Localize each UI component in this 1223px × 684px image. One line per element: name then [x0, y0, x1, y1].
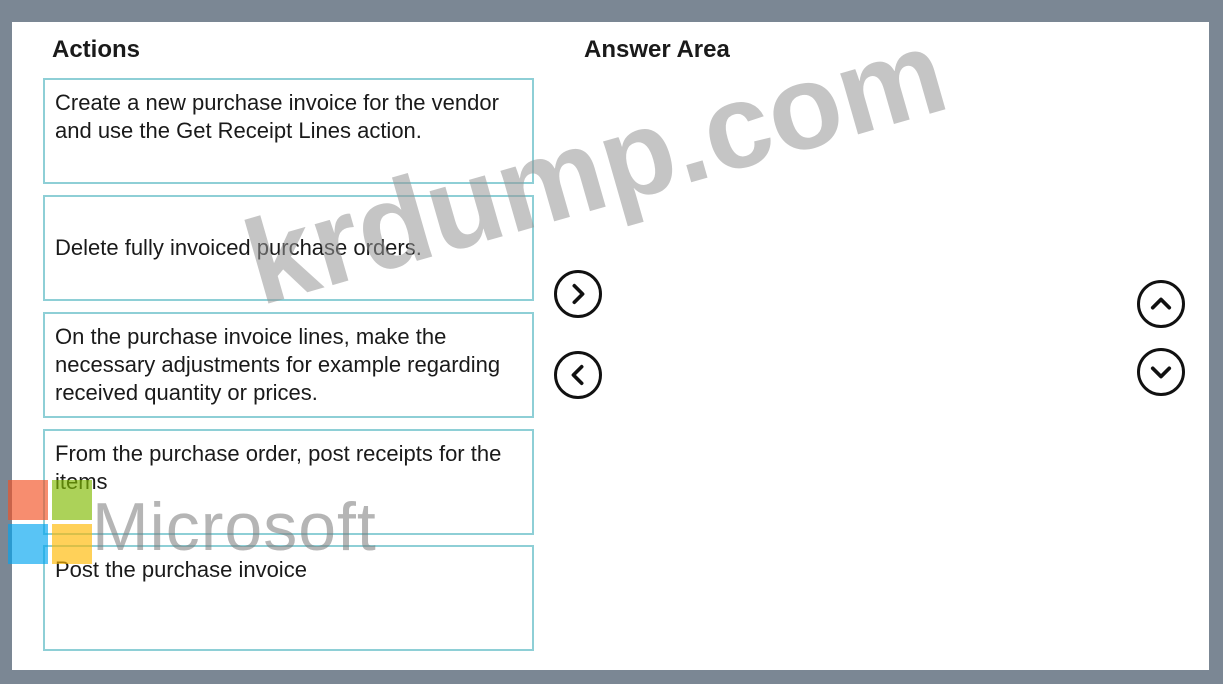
- move-up-button[interactable]: [1137, 280, 1185, 328]
- chevron-down-icon: [1150, 366, 1172, 379]
- action-item-create-invoice[interactable]: Create a new purchase invoice for the ve…: [43, 78, 534, 184]
- action-item-delete-orders[interactable]: Delete fully invoiced purchase orders.: [43, 195, 534, 301]
- answer-area-heading: Answer Area: [584, 36, 730, 63]
- answer-area[interactable]: [622, 78, 1122, 653]
- actions-heading: Actions: [52, 36, 141, 63]
- move-left-button[interactable]: [554, 351, 602, 399]
- chevron-left-icon: [571, 364, 584, 386]
- chevron-up-icon: [1150, 297, 1172, 310]
- action-item-post-receipts[interactable]: From the purchase order, post receipts f…: [43, 429, 534, 535]
- move-right-button[interactable]: [554, 270, 602, 318]
- move-down-button[interactable]: [1137, 348, 1185, 396]
- action-item-adjust-lines[interactable]: On the purchase invoice lines, make the …: [43, 312, 534, 418]
- action-item-post-invoice[interactable]: Post the purchase invoice: [43, 545, 534, 651]
- drag-drop-panel: Actions Answer Area Create a new purchas…: [12, 22, 1209, 670]
- chevron-right-icon: [572, 283, 585, 305]
